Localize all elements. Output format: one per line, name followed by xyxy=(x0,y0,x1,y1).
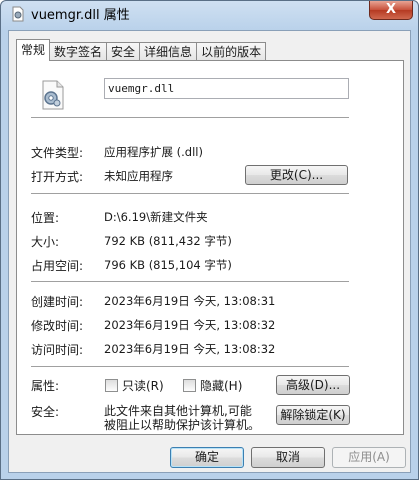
divider xyxy=(31,117,349,119)
security-label: 安全: xyxy=(31,405,60,419)
ok-button[interactable]: 确定 xyxy=(170,447,244,468)
size-value: 792 KB (811,432 字节) xyxy=(104,234,232,248)
file-type-label: 文件类型: xyxy=(31,146,84,160)
file-name-field[interactable]: vuemgr.dll xyxy=(104,78,349,99)
attributes-label: 属性: xyxy=(31,379,60,393)
gear-file-icon xyxy=(42,80,64,110)
dll-file-icon xyxy=(12,6,24,22)
divider xyxy=(31,193,349,195)
apply-button[interactable]: 应用(A) xyxy=(332,447,406,468)
size-label: 大小: xyxy=(31,235,60,249)
unblock-button[interactable]: 解除锁定(K) xyxy=(276,405,350,425)
accessed-label: 访问时间: xyxy=(31,343,84,357)
divider xyxy=(31,281,349,283)
readonly-label[interactable]: 只读(R) xyxy=(122,377,164,394)
location-value: D:\6.19\新建文件夹 xyxy=(104,210,208,224)
general-panel: vuemgr.dll 文件类型: 应用程序扩展 (.dll) 打开方式: 未知应… xyxy=(16,60,404,435)
change-button[interactable]: 更改(C)... xyxy=(245,165,348,185)
readonly-checkbox[interactable] xyxy=(105,379,118,392)
properties-window: vuemgr.dll 属性 X 常规 数字签名 安全 详细信息 以前的版本 vu… xyxy=(0,0,419,480)
tab-details[interactable]: 详细信息 xyxy=(139,42,198,61)
close-button[interactable]: X xyxy=(369,1,413,20)
tab-general[interactable]: 常规 xyxy=(16,39,51,61)
advanced-button[interactable]: 高级(D)... xyxy=(276,375,350,395)
hidden-label[interactable]: 隐藏(H) xyxy=(200,377,242,394)
accessed-value: 2023年6月19日 今天, 13:08:32 xyxy=(104,342,276,356)
created-value: 2023年6月19日 今天, 13:08:31 xyxy=(104,294,276,308)
modified-value: 2023年6月19日 今天, 13:08:32 xyxy=(104,318,276,332)
size-on-disk-label: 占用空间: xyxy=(31,259,84,273)
file-type-value: 应用程序扩展 (.dll) xyxy=(104,145,203,159)
size-on-disk-value: 796 KB (815,104 字节) xyxy=(104,258,232,272)
tab-security[interactable]: 安全 xyxy=(106,42,141,61)
tab-digital-signatures[interactable]: 数字签名 xyxy=(49,42,108,61)
opens-with-label: 打开方式: xyxy=(31,170,84,184)
dialog-client: 常规 数字签名 安全 详细信息 以前的版本 vuemgr.dll 文件类型: 应… xyxy=(8,30,411,473)
opens-with-value: 未知应用程序 xyxy=(104,169,173,183)
hidden-checkbox[interactable] xyxy=(183,379,196,392)
tab-previous-versions[interactable]: 以前的版本 xyxy=(196,42,267,61)
tab-strip: 常规 数字签名 安全 详细信息 以前的版本 xyxy=(16,39,267,61)
location-label: 位置: xyxy=(31,211,60,225)
security-warning-line2: 被阻止以帮助保护该计算机。 xyxy=(104,418,261,432)
window-title: vuemgr.dll 属性 xyxy=(31,8,130,23)
cancel-button[interactable]: 取消 xyxy=(251,447,325,468)
created-label: 创建时间: xyxy=(31,295,84,309)
divider xyxy=(31,366,349,368)
modified-label: 修改时间: xyxy=(31,319,84,333)
